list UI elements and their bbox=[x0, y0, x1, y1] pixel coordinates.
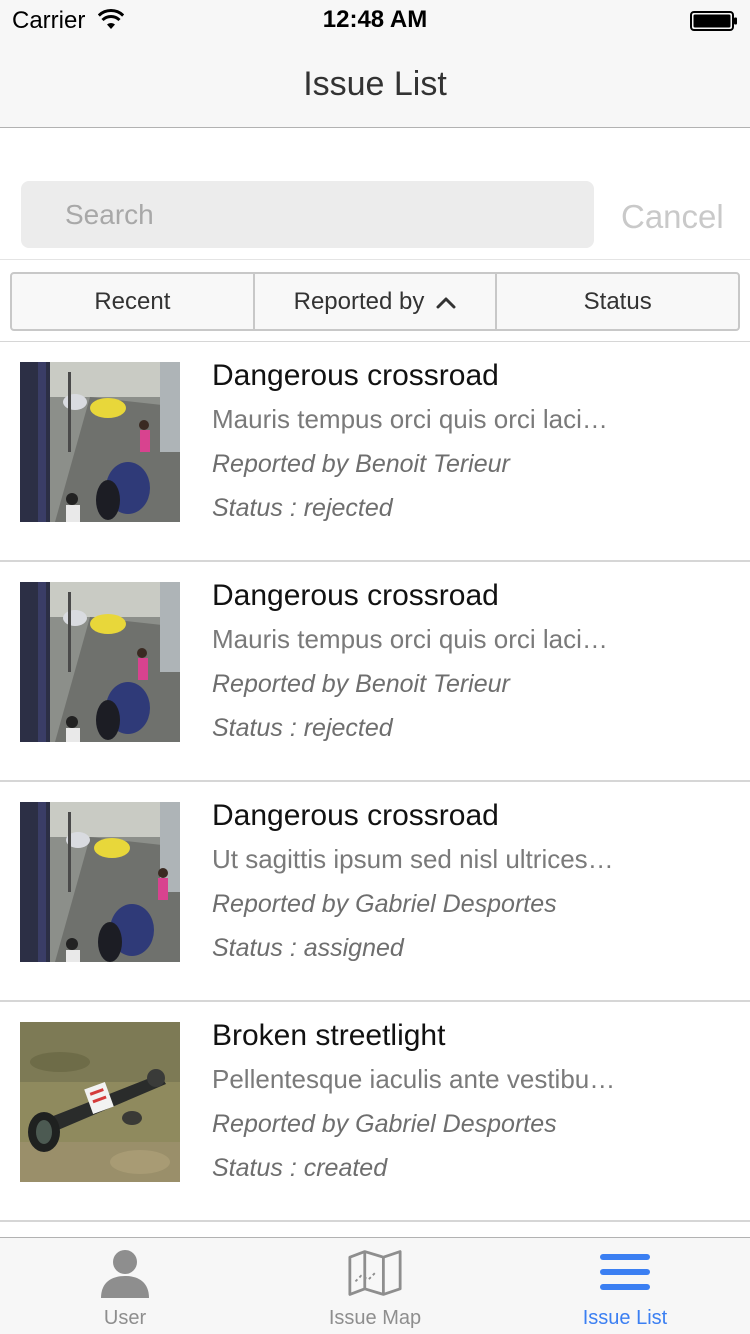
sort-tab-label: Reported by bbox=[293, 287, 425, 315]
tab-user[interactable]: User bbox=[0, 1238, 250, 1334]
tab-issue-map[interactable]: Issue Map bbox=[250, 1238, 500, 1334]
issue-description: Ut sagittis ipsum sed nisl ultrices… bbox=[212, 844, 614, 874]
tab-bar: User Issue Map Issue List bbox=[0, 1237, 750, 1334]
street-crossroad-photo bbox=[20, 802, 180, 962]
chevron-up-icon bbox=[436, 297, 456, 308]
tab-label: Issue Map bbox=[328, 1307, 422, 1329]
issue-row[interactable]: Dangerous crossroad Ut sagittis ipsum se… bbox=[0, 782, 750, 1002]
cancel-button[interactable]: Cancel bbox=[621, 198, 724, 236]
issue-description: Mauris tempus orci quis orci laci… bbox=[212, 624, 608, 654]
sort-tab-status[interactable]: Status bbox=[497, 274, 738, 329]
list-icon bbox=[600, 1254, 650, 1290]
street-crossroad-photo bbox=[20, 362, 180, 522]
tab-label: Issue List bbox=[582, 1307, 668, 1329]
issue-status: Status : rejected bbox=[212, 494, 393, 522]
issue-status: Status : created bbox=[212, 1154, 388, 1182]
issue-status: Status : rejected bbox=[212, 714, 393, 742]
clock: 12:48 AM bbox=[322, 6, 428, 33]
sort-tab-label: Status bbox=[583, 287, 652, 315]
issue-list: Dangerous crossroad Mauris tempus orci q… bbox=[0, 342, 750, 1222]
search-input[interactable] bbox=[21, 181, 594, 248]
issue-row[interactable]: Dangerous crossroad Mauris tempus orci q… bbox=[0, 342, 750, 562]
issue-reporter: Reported by Benoit Terieur bbox=[212, 450, 510, 478]
search-area: Cancel bbox=[0, 128, 750, 260]
sort-tab-label: Recent bbox=[94, 287, 171, 315]
issue-title: Broken streetlight bbox=[212, 1019, 446, 1052]
issue-reporter: Reported by Gabriel Desportes bbox=[212, 1110, 557, 1138]
issue-title: Dangerous crossroad bbox=[212, 579, 499, 612]
page-title: Issue List bbox=[303, 65, 447, 103]
user-icon bbox=[101, 1250, 149, 1298]
sort-segmented-control: Recent Reported by Status bbox=[10, 272, 740, 331]
battery-icon bbox=[690, 11, 737, 31]
sort-tab-recent[interactable]: Recent bbox=[12, 274, 255, 329]
issue-title: Dangerous crossroad bbox=[212, 359, 499, 392]
map-icon bbox=[348, 1250, 402, 1296]
broken-streetlight-photo bbox=[20, 1022, 180, 1182]
issue-reporter: Reported by Benoit Terieur bbox=[212, 670, 510, 698]
issue-title: Dangerous crossroad bbox=[212, 799, 499, 832]
street-crossroad-photo bbox=[20, 582, 180, 742]
issue-description: Mauris tempus orci quis orci laci… bbox=[212, 404, 608, 434]
issue-description: Pellentesque iaculis ante vestibu… bbox=[212, 1064, 616, 1094]
tab-issue-list[interactable]: Issue List bbox=[500, 1238, 750, 1334]
sort-tab-reported-by[interactable]: Reported by bbox=[255, 274, 498, 329]
issue-reporter: Reported by Gabriel Desportes bbox=[212, 890, 557, 918]
issue-status: Status : assigned bbox=[212, 934, 404, 962]
tab-label: User bbox=[103, 1307, 147, 1329]
status-bar: Carrier 12:48 AM bbox=[0, 0, 750, 40]
issue-row[interactable]: Broken streetlight Pellentesque iaculis … bbox=[0, 1002, 750, 1222]
navigation-bar: Issue List bbox=[0, 40, 750, 128]
issue-row[interactable]: Dangerous crossroad Mauris tempus orci q… bbox=[0, 562, 750, 782]
